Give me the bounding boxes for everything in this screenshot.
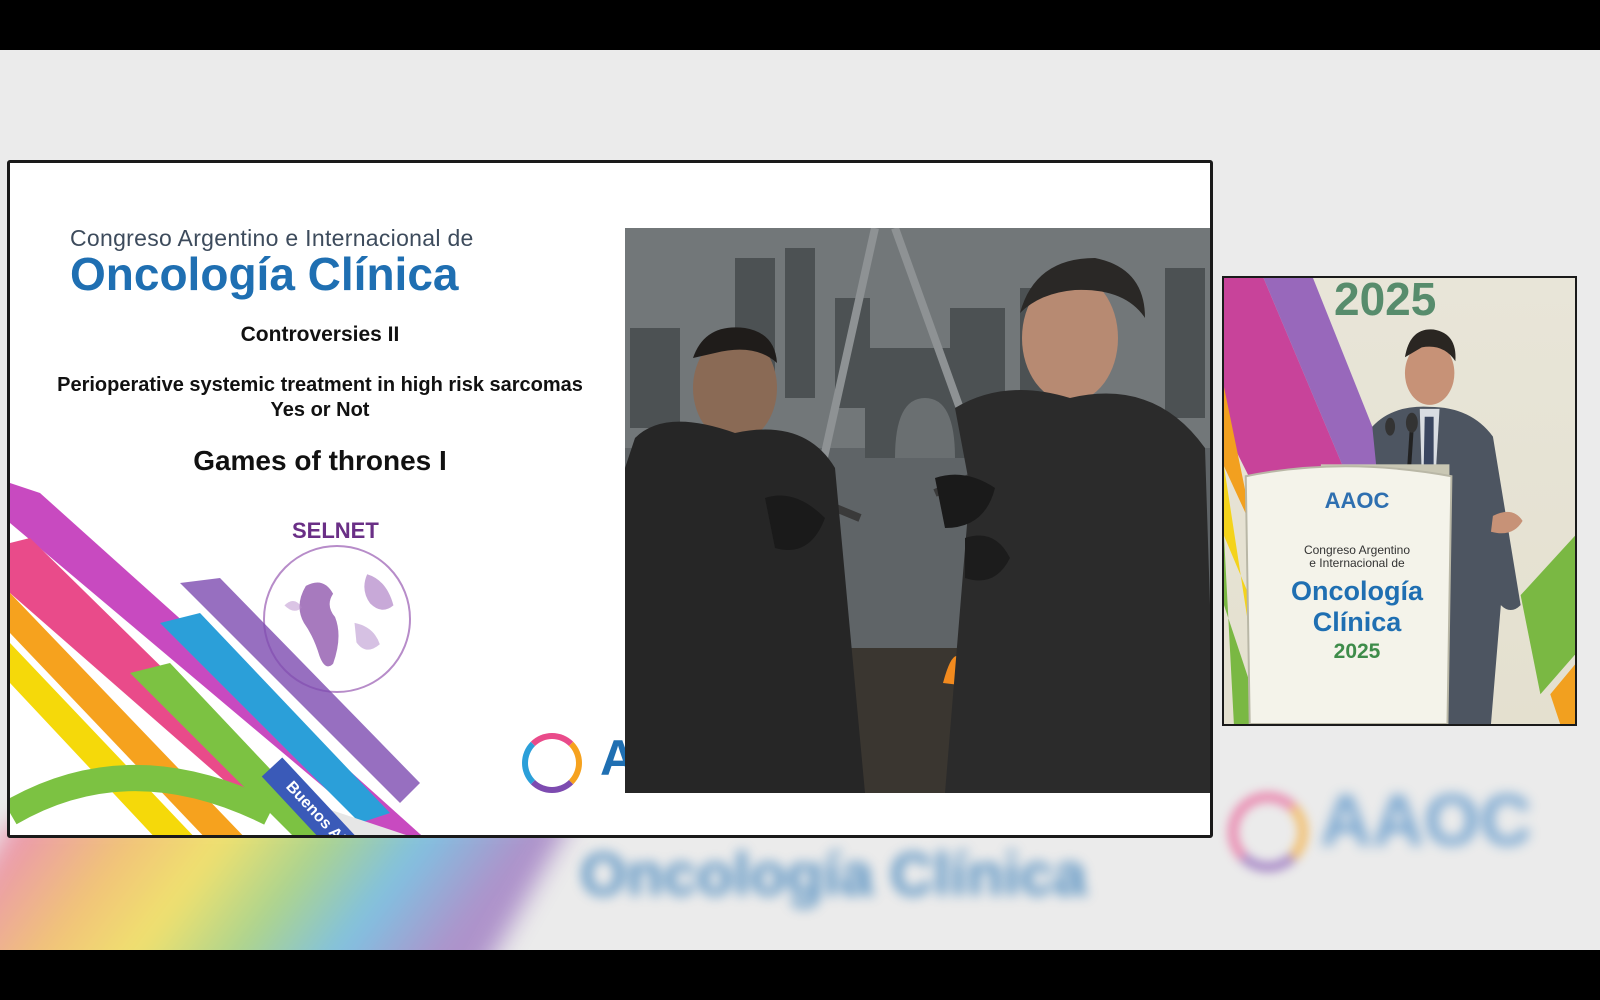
session-title: Controversies II [240,323,400,346]
knights-illustration [625,228,1210,793]
podium-congress: Congreso Argentino e Internacional de [1303,543,1411,570]
speaker-webcam: 2025 AAOC Congreso Argentino e Internaci… [1222,276,1577,726]
backdrop-year: 2025 [1334,276,1437,325]
aaoc-ring-logo [522,733,582,793]
talk-title: Games of thrones I [193,445,447,476]
letterbox-top [0,0,1600,50]
rainbow-decoration [10,483,422,835]
talk-topic-line1: Perioperative systemic treatment in high… [57,374,583,396]
presentation-slide: Congreso Argentino e Internacional de On… [7,160,1213,838]
podium-brand: AAOC [1324,488,1390,513]
talk-topic-line2: Yes or Not [270,399,370,421]
background-blur-logo: AAOC [1320,781,1532,861]
letterbox-bottom [0,950,1600,1000]
background-logo-ring [1228,792,1308,872]
podium-year: 2025 [1333,640,1381,663]
background-blur-title: Oncología Clínica [580,841,1087,908]
congress-title: Oncología Clínica [70,248,459,300]
talk-topic: Perioperative systemic treatment in high… [20,373,620,423]
video-stage: Oncología Clínica AAOC Congreso Argentin… [0,50,1600,950]
podium-title: Oncología Clínica [1290,576,1423,637]
